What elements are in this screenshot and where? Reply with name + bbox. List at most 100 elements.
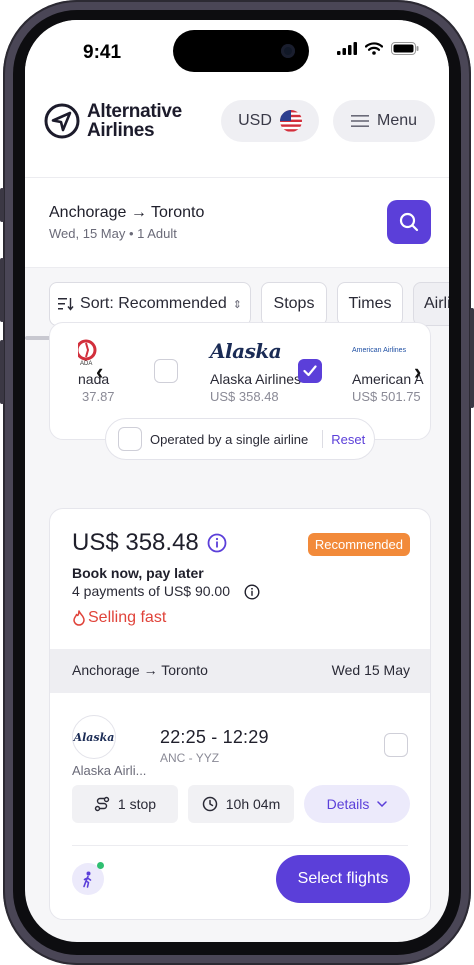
flight-price-value: US$ 358.48: [72, 529, 199, 556]
battery-icon: [391, 42, 419, 55]
search-icon: [399, 212, 419, 232]
app-header: Alternative Airlines USD Menu: [25, 82, 449, 178]
menu-button[interactable]: Menu: [333, 100, 435, 142]
selling-fast-label: Selling fast: [88, 609, 167, 626]
person-walking-icon: [83, 871, 92, 888]
chevron-down-icon: [377, 801, 388, 807]
wifi-icon: [365, 42, 383, 55]
logo-line-2: Airlines: [87, 120, 155, 141]
sort-label: Sort: Recommended: [80, 295, 227, 312]
info-icon[interactable]: [207, 533, 227, 553]
sort-dropdown[interactable]: Sort: Recommended ⇕: [49, 282, 251, 326]
volume-up-button: [0, 258, 4, 322]
carousel-next-arrow-icon[interactable]: ›: [414, 359, 421, 385]
leg-route: Anchorage → Toronto: [72, 662, 208, 678]
search-button[interactable]: [387, 200, 431, 244]
divider: [322, 430, 324, 448]
stops-tag: 1 stop: [72, 785, 178, 823]
flight-airline-name: Alaska Airli...: [72, 763, 147, 778]
filter-stops-label: Stops: [273, 295, 315, 312]
power-button: [470, 308, 474, 408]
paper-plane-logo-icon: [44, 103, 80, 139]
flame-icon: [73, 610, 85, 626]
mute-switch: [0, 188, 4, 222]
air-canada-logo-icon: [78, 339, 97, 361]
alternative-airlines-logo[interactable]: Alternative Airlines: [43, 102, 182, 140]
american-airlines-logo-icon: American Airlines: [352, 347, 407, 354]
flight-card: US$ 358.48 Recommended Book now, pay lat…: [49, 508, 431, 920]
flight-airport-codes: ANC - YYZ: [160, 751, 220, 765]
dynamic-island: [173, 30, 309, 72]
accessibility-icon[interactable]: [72, 862, 104, 895]
screen: 9:41 Alternative Airlines USD Menu Ancho…: [25, 20, 449, 942]
flight-times: 22:25 - 12:29: [160, 727, 269, 747]
payments-text: 4 payments of US$ 90.00: [72, 583, 230, 599]
phone-frame: 9:41 Alternative Airlines USD Menu Ancho…: [0, 0, 474, 965]
search-destination: Toronto: [151, 204, 205, 221]
menu-label: Menu: [376, 112, 418, 129]
route-arrow-icon: →: [130, 204, 151, 221]
alaska-logo-icon: Alaska: [210, 339, 282, 363]
hamburger-icon: [350, 115, 369, 127]
filter-stops[interactable]: Stops: [261, 282, 327, 326]
status-time: 9:41: [83, 42, 122, 63]
airline-name: Alaska Airlines: [210, 371, 302, 387]
selling-fast: Selling fast: [72, 609, 166, 627]
leg-date: Wed 15 May: [331, 662, 410, 678]
card-divider: [72, 845, 408, 846]
select-flights-button[interactable]: Select flights: [276, 855, 410, 903]
logo-text: Alternative Airlines: [87, 102, 182, 140]
clock-icon: [202, 796, 217, 812]
check-icon: [303, 365, 317, 377]
details-button[interactable]: Details: [304, 785, 410, 823]
flight-price: US$ 358.48: [72, 529, 227, 557]
leg-origin: Anchorage: [72, 662, 140, 678]
search-origin: Anchorage: [49, 204, 127, 221]
us-flag-icon: [279, 110, 302, 132]
search-route: Anchorage → Toronto: [49, 204, 204, 222]
status-bar: 9:41: [25, 20, 449, 82]
logo-line-1: Alternative: [87, 101, 182, 122]
bnpl-title: Book now, pay later: [72, 565, 204, 581]
recommended-badge: Recommended: [307, 533, 410, 556]
single-airline-filter: Operated by a single airline Reset: [105, 418, 375, 460]
search-details: Wed, 15 May • 1 Adult: [49, 226, 177, 241]
duration-tag: 10h 04m: [188, 785, 294, 823]
currency-label: USD: [238, 112, 272, 129]
airline-checkbox-checked[interactable]: [298, 359, 322, 383]
filter-times[interactable]: Times: [337, 282, 403, 326]
stops-label: 1 stop: [117, 796, 157, 812]
single-airline-checkbox[interactable]: [118, 427, 142, 451]
search-summary[interactable]: Anchorage → Toronto Wed, 15 May • 1 Adul…: [25, 178, 449, 268]
filter-times-label: Times: [348, 295, 392, 312]
airline-name: American A: [352, 371, 424, 387]
payments-info-icon[interactable]: [244, 584, 260, 600]
airline-price: US$ 358.48: [210, 389, 279, 404]
carousel-prev-arrow-icon[interactable]: ‹: [96, 359, 103, 385]
online-dot-icon: [97, 862, 104, 869]
airline-price: US$ 501.75: [352, 389, 421, 404]
airline-checkbox[interactable]: [154, 359, 178, 383]
alaska-logo-mark: Alaska: [73, 730, 115, 744]
reset-link[interactable]: Reset: [331, 432, 365, 447]
volume-down-button: [0, 340, 4, 404]
route-icon: [94, 796, 110, 812]
air-canada-logo-text: ADA: [80, 361, 93, 367]
airline-name: nada: [78, 371, 110, 387]
leg-arrow-icon: →: [143, 662, 162, 678]
leg-destination: Toronto: [161, 662, 208, 678]
filter-airlines-label: Airli: [424, 295, 449, 312]
sort-chevron-icon: ⇕: [232, 298, 242, 311]
filter-airlines[interactable]: Airli: [413, 282, 449, 326]
alaska-logo-icon: Alaska: [72, 715, 116, 759]
currency-button[interactable]: USD: [221, 100, 319, 142]
leg-header: Anchorage → Toronto Wed 15 May: [50, 649, 430, 693]
status-icons: [337, 42, 419, 55]
airline-price: 37.87: [82, 389, 115, 404]
details-label: Details: [326, 796, 370, 812]
flight-compare-checkbox[interactable]: [384, 733, 408, 757]
sort-icon: [58, 298, 74, 311]
duration-label: 10h 04m: [225, 796, 281, 812]
signal-icon: [337, 42, 357, 55]
camera-icon: [281, 44, 295, 58]
